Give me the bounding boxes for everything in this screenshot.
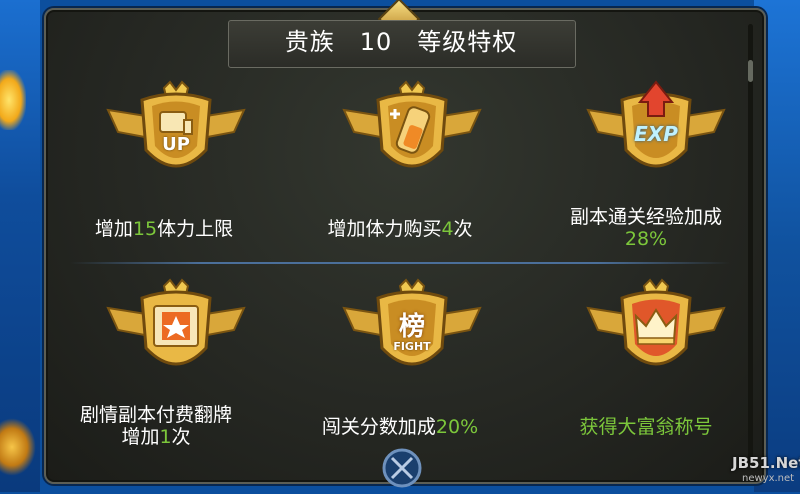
perk-text-pre: 增加: [94, 218, 133, 240]
perk-description: 副本通关经验加成 28%: [526, 206, 766, 250]
perk-value: 28%: [624, 228, 668, 250]
perk-tycoon-title: 获得大富翁称号: [536, 278, 756, 468]
exp-boost-icon: EXP: [586, 80, 726, 190]
perk-text-line2: 增加1次: [36, 426, 276, 448]
card-flip-icon: [106, 278, 246, 388]
perk-card-flip: 剧情副本付费翻牌 增加1次: [56, 278, 276, 468]
perk-description: 剧情副本付费翻牌 增加1次: [36, 404, 276, 448]
perk-description: 闯关分数加成20%: [280, 416, 520, 438]
perk-stamina-cap: UP 增加15体力上限: [56, 80, 276, 270]
panel-title: 贵族 10 等级特权: [284, 28, 518, 56]
badge-label: FIGHT: [393, 340, 431, 353]
perk-stamina-purchase: 增加体力购买4次: [292, 80, 512, 270]
perk-exp-bonus: EXP 副本通关经验加成 28%: [536, 80, 756, 270]
perk-text-post: 次: [453, 218, 473, 240]
perk-text-pre: 副本通关经验加成: [569, 206, 722, 228]
perk-text-post: 体力上限: [157, 218, 234, 240]
scrollbar-thumb[interactable]: [748, 60, 753, 82]
perk-value: 4: [441, 218, 454, 240]
left-background: [0, 0, 40, 492]
badge-label: UP: [162, 134, 190, 155]
left-glow: [0, 70, 26, 130]
stamina-up-icon: UP: [106, 80, 246, 190]
perk-value: 1: [159, 426, 172, 448]
left-emblem-icon: [0, 418, 36, 476]
crown-title-icon: [586, 278, 726, 388]
stamina-potion-icon: [342, 80, 482, 190]
perk-text-line2-pre: 增加: [121, 426, 160, 448]
perk-description: 增加15体力上限: [44, 218, 284, 240]
bottom-emblem-icon: [380, 446, 424, 490]
watermark-line1: JB51.Net: [732, 454, 800, 472]
badge-label: EXP: [634, 122, 678, 146]
perk-description: 增加体力购买4次: [280, 218, 520, 240]
perk-description: 获得大富翁称号: [579, 416, 713, 438]
badge-glyph: 榜: [398, 312, 425, 342]
perk-text-pre: 闯关分数加成: [321, 416, 436, 438]
perk-text-pre: 增加体力购买: [327, 218, 442, 240]
perk-score-bonus: 榜 FIGHT 闯关分数加成20%: [292, 278, 512, 468]
perk-text-line2-post: 次: [171, 426, 191, 448]
perk-text-pre: 剧情副本付费翻牌: [79, 404, 232, 426]
watermark-line2: newyx.net: [742, 473, 795, 484]
perk-value: 20%: [435, 416, 479, 438]
watermark: JB51.Net newyx.net: [720, 448, 800, 492]
perk-value: 15: [132, 218, 158, 240]
fight-rank-icon: 榜 FIGHT: [342, 278, 482, 388]
